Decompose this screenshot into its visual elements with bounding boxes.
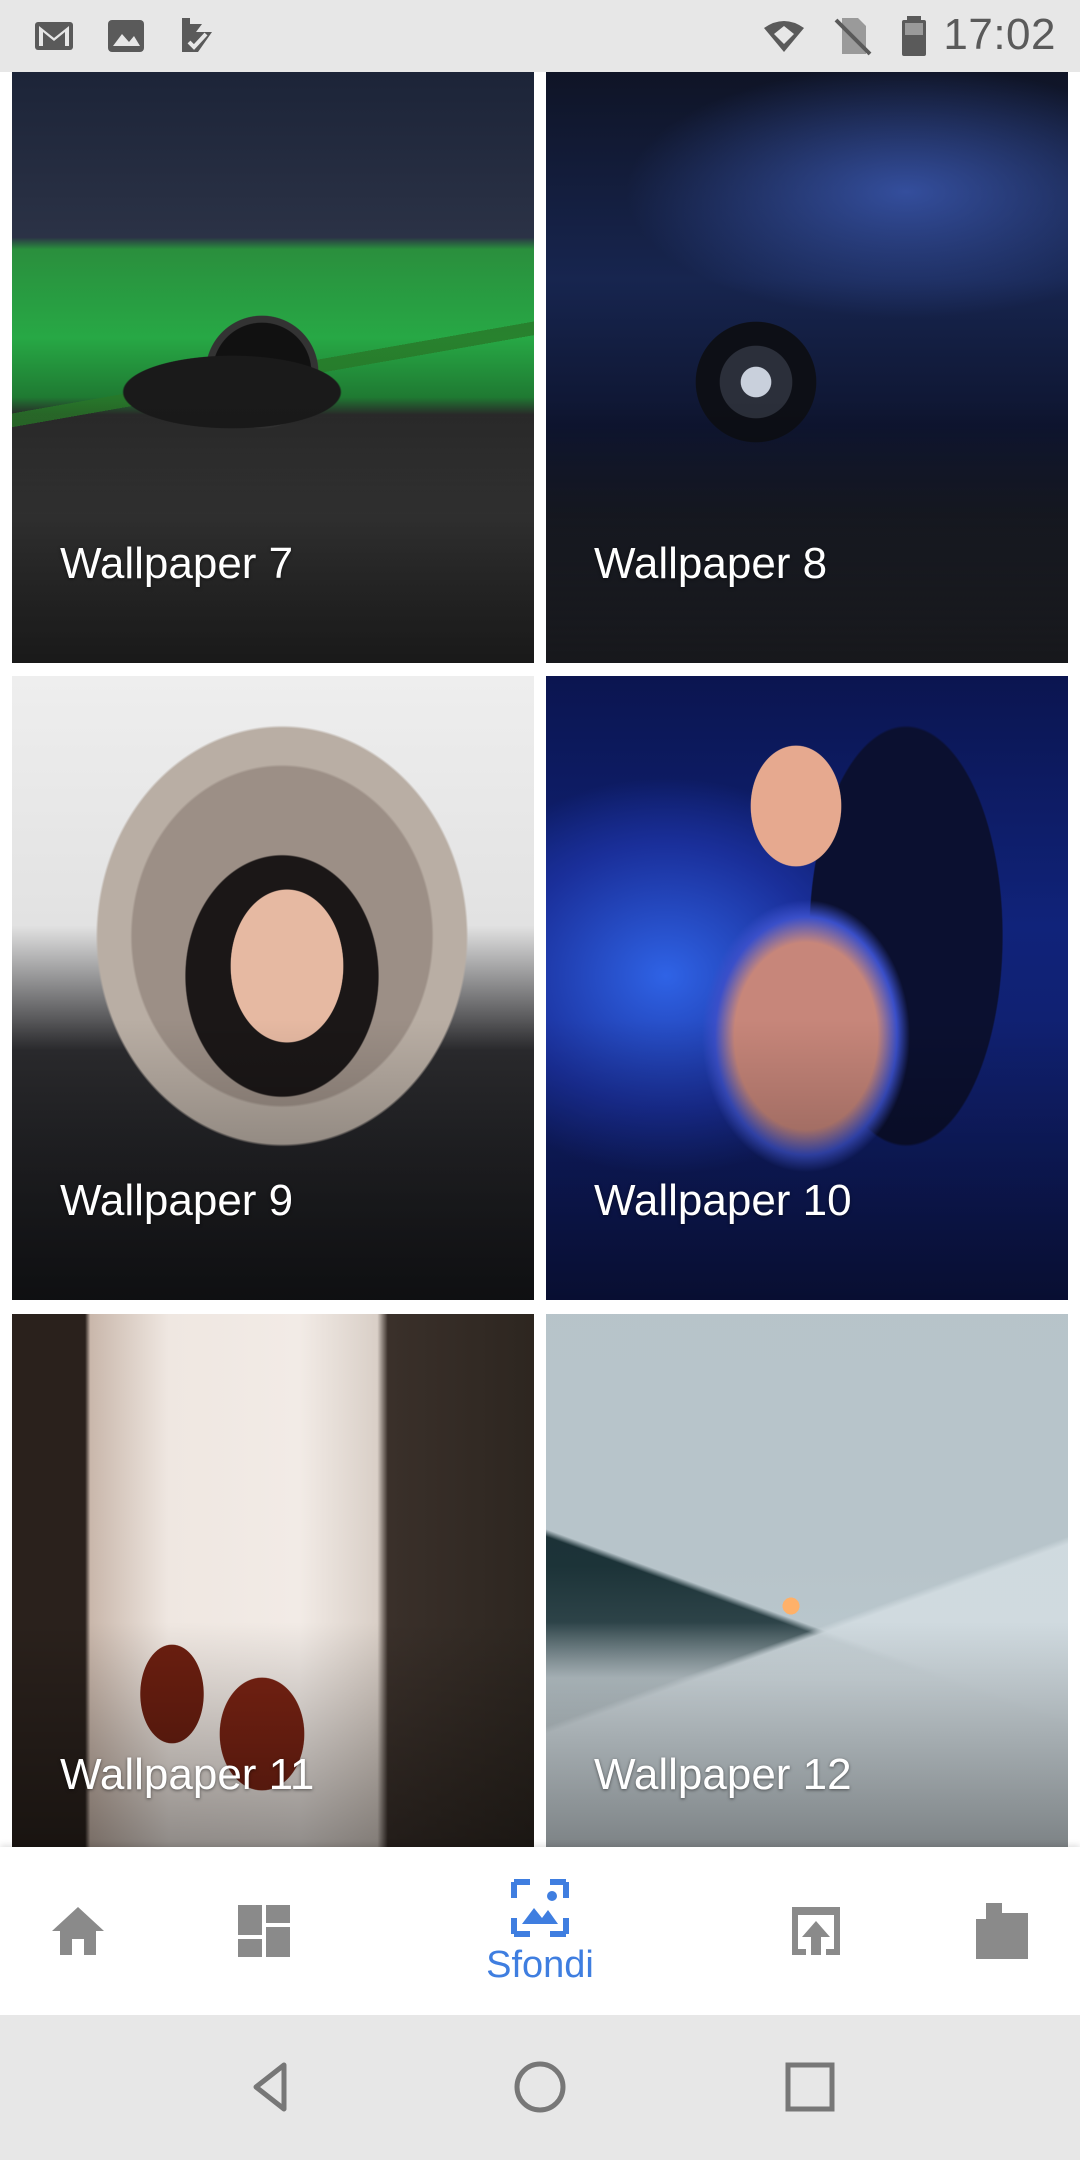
wallpaper-label: Wallpaper 12 <box>594 1750 852 1799</box>
wallpaper-grid[interactable]: Wallpaper 7 Wallpaper 8 Wallpaper 9 Wall… <box>0 72 1080 1847</box>
no-sim-icon <box>834 18 872 56</box>
system-navigation <box>0 2015 1080 2160</box>
battery-icon <box>902 16 926 56</box>
package-icon <box>976 1903 1028 1959</box>
upload-icon <box>792 1907 840 1955</box>
dashboard-icon <box>238 1905 290 1957</box>
gmail-icon <box>35 22 73 50</box>
tasks-icon <box>182 18 212 52</box>
wallpaper-tile[interactable]: Wallpaper 7 <box>12 72 534 663</box>
wallpaper-label: Wallpaper 10 <box>594 1176 852 1225</box>
wallpaper-tile[interactable]: Wallpaper 8 <box>546 72 1068 663</box>
home-circle-icon[interactable] <box>508 2055 572 2119</box>
wallpaper-tile[interactable]: Wallpaper 9 <box>12 676 534 1300</box>
wallpaper-label: Wallpaper 8 <box>594 539 828 588</box>
wallpaper-tile[interactable]: Wallpaper 10 <box>546 676 1068 1300</box>
status-time: 17:02 <box>943 10 1056 59</box>
nav-wallpapers[interactable]: Sfondi <box>460 1847 620 2015</box>
status-bar: 17:02 <box>0 0 1080 72</box>
wallpaper-icon <box>511 1878 569 1937</box>
nav-home[interactable] <box>38 1847 118 2015</box>
wallpaper-label: Wallpaper 7 <box>60 539 294 588</box>
nav-wallpapers-label: Sfondi <box>486 1943 594 1986</box>
bottom-navigation: Sfondi <box>0 1847 1080 2015</box>
wallpaper-tile[interactable]: Wallpaper 11 <box>12 1314 534 1847</box>
nav-package[interactable] <box>962 1847 1042 2015</box>
wifi-icon <box>764 21 804 52</box>
home-icon <box>52 1907 104 1955</box>
nav-upload[interactable] <box>776 1847 856 2015</box>
wallpaper-tile[interactable]: Wallpaper 12 <box>546 1314 1068 1847</box>
nav-dashboard[interactable] <box>224 1847 304 2015</box>
back-icon[interactable] <box>240 2055 304 2119</box>
wallpaper-label: Wallpaper 9 <box>60 1176 294 1225</box>
recents-icon[interactable] <box>778 2055 842 2119</box>
gallery-icon <box>108 20 144 52</box>
wallpaper-label: Wallpaper 11 <box>60 1750 315 1799</box>
